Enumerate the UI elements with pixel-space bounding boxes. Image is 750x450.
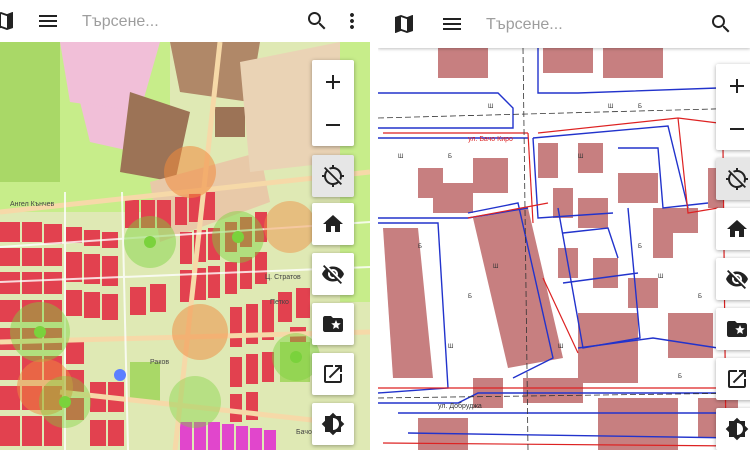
left-search-bar	[0, 0, 370, 42]
search-input[interactable]	[484, 12, 688, 38]
street-label: Ангел Кънчев	[10, 201, 54, 208]
toggle-layers-button[interactable]	[312, 253, 354, 295]
open-in-new-icon	[324, 365, 342, 383]
folder-star-icon	[323, 316, 343, 332]
brightness-icon	[321, 412, 345, 436]
zoom-controls	[312, 60, 354, 146]
zoom-out-button[interactable]	[716, 107, 750, 150]
svg-text:Б: Б	[418, 244, 422, 250]
menu-icon[interactable]	[36, 9, 60, 33]
map-icon[interactable]	[0, 9, 16, 33]
visibility-off-icon	[322, 265, 344, 284]
street-label: Ц. Стратов	[265, 274, 301, 281]
theme-toggle-button[interactable]	[312, 403, 354, 445]
location-button[interactable]	[312, 155, 354, 197]
menu-icon[interactable]	[440, 12, 464, 36]
svg-text:Б: Б	[448, 154, 452, 160]
svg-text:Ш: Ш	[493, 264, 499, 270]
street-label: Петко	[270, 299, 289, 306]
home-icon	[323, 215, 343, 232]
brightness-icon	[725, 417, 749, 441]
zoom-controls	[716, 64, 750, 150]
svg-text:Б: Б	[698, 294, 702, 300]
open-in-new-icon	[728, 370, 746, 388]
gps-off-icon	[726, 168, 748, 190]
search-icon[interactable]	[709, 12, 733, 36]
zoom-out-icon	[326, 123, 340, 126]
search-icon[interactable]	[305, 9, 329, 33]
zoom-in-button[interactable]	[312, 60, 354, 103]
home-icon	[727, 220, 747, 237]
right-app-pane: ул. Бачо Киро ул. Добруджа Ш Б Ш Б Ш Б Ш Б Б Ш…	[378, 0, 750, 450]
zoom-in-button[interactable]	[716, 64, 750, 107]
home-button[interactable]	[312, 203, 354, 245]
svg-text:Б: Б	[468, 294, 472, 300]
zoom-in-icon	[326, 74, 340, 89]
pane-divider	[370, 0, 378, 450]
svg-text:Б: Б	[638, 244, 642, 250]
street-label: Раков	[150, 359, 169, 366]
location-button[interactable]	[716, 158, 750, 200]
svg-text:Ш: Ш	[578, 154, 584, 160]
street-label: ул. Добруджа	[438, 402, 482, 410]
svg-text:Ш: Ш	[608, 104, 614, 110]
svg-text:Б: Б	[678, 374, 682, 380]
open-external-button[interactable]	[716, 358, 750, 400]
more-vert-icon[interactable]	[340, 9, 364, 33]
gps-off-icon	[322, 165, 344, 187]
street-label: Бачо	[296, 429, 312, 436]
svg-text:Ш: Ш	[488, 104, 494, 110]
svg-text:Ш: Ш	[398, 154, 404, 160]
svg-text:Б: Б	[638, 104, 642, 110]
map-icon[interactable]	[392, 12, 416, 36]
favorites-button[interactable]	[716, 308, 750, 350]
zoom-in-icon	[730, 78, 744, 93]
zoom-out-icon	[730, 127, 744, 130]
search-input[interactable]	[80, 9, 284, 35]
toggle-layers-button[interactable]	[716, 258, 750, 300]
folder-star-icon	[727, 321, 747, 337]
left-app-pane: Ангел Кънчев Ц. Стратов Петко Раков Бачо	[0, 0, 370, 450]
zoom-out-button[interactable]	[312, 103, 354, 146]
home-button[interactable]	[716, 208, 750, 250]
open-external-button[interactable]	[312, 353, 354, 395]
svg-text:Ш: Ш	[558, 344, 564, 350]
right-search-bar	[378, 0, 750, 48]
cadastre-map[interactable]: ул. Бачо Киро ул. Добруджа Ш Б Ш Б Ш Б Ш Б Б Ш…	[378, 48, 750, 450]
theme-toggle-button[interactable]	[716, 408, 750, 450]
svg-text:Ш: Ш	[658, 274, 664, 280]
street-label: ул. Бачо Киро	[468, 136, 513, 143]
visibility-off-icon	[726, 270, 748, 289]
favorites-button[interactable]	[312, 303, 354, 345]
svg-text:Ш: Ш	[448, 344, 454, 350]
cadastre-map-canvas[interactable]: ул. Бачо Киро ул. Добруджа Ш Б Ш Б Ш Б Ш Б Б Ш…	[378, 48, 750, 450]
